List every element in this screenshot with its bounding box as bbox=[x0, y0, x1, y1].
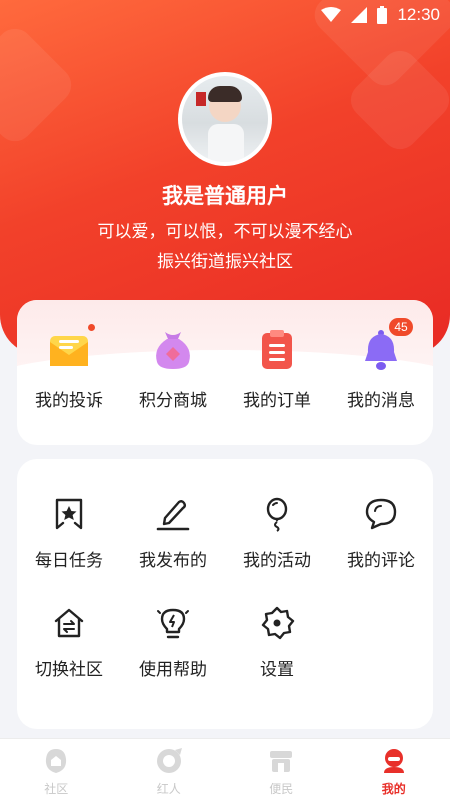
quick-item-label: 我的消息 bbox=[347, 391, 415, 411]
tab-me[interactable]: 我的 bbox=[338, 739, 450, 800]
tab-community[interactable]: 社区 bbox=[0, 739, 113, 800]
bottom-tab-bar: 社区 红人 便民 我的 bbox=[0, 738, 450, 800]
signal-icon bbox=[351, 7, 368, 23]
profile-icon bbox=[383, 749, 404, 773]
gear-icon bbox=[261, 606, 295, 640]
avatar-photo bbox=[182, 76, 268, 162]
menu-item-label: 使用帮助 bbox=[139, 660, 207, 680]
quick-item-label: 积分商城 bbox=[139, 391, 207, 411]
tab-influencers[interactable]: 红人 bbox=[113, 739, 226, 800]
comment-bubble-icon bbox=[365, 498, 397, 530]
menu-item-my-activities[interactable]: 我的活动 bbox=[225, 496, 329, 571]
menu-grid-card: 每日任务 我发布的 我的活动 我的评论 切换社区 使用帮助 设置 bbox=[17, 459, 433, 729]
menu-item-help[interactable]: 使用帮助 bbox=[121, 605, 225, 680]
menu-item-switch-community[interactable]: 切换社区 bbox=[17, 605, 121, 680]
shop-icon bbox=[270, 751, 293, 772]
balloon-icon bbox=[266, 497, 288, 532]
status-time: 12:30 bbox=[397, 5, 440, 24]
menu-item-my-posts[interactable]: 我发布的 bbox=[121, 496, 225, 571]
user-community: 振兴街道振兴社区 bbox=[157, 252, 293, 272]
avatar[interactable] bbox=[178, 72, 272, 166]
quick-item-orders[interactable]: 我的订单 bbox=[225, 328, 329, 411]
menu-item-label: 每日任务 bbox=[35, 551, 103, 571]
menu-item-my-comments[interactable]: 我的评论 bbox=[329, 496, 433, 571]
status-bar: 12:30 bbox=[0, 0, 450, 30]
menu-item-label: 我发布的 bbox=[139, 551, 207, 571]
menu-item-settings[interactable]: 设置 bbox=[225, 605, 329, 680]
quick-item-label: 我的订单 bbox=[243, 391, 311, 411]
points-bag-icon bbox=[156, 332, 190, 369]
tab-label: 社区 bbox=[44, 782, 69, 796]
edit-pen-icon bbox=[156, 500, 190, 531]
tab-services[interactable]: 便民 bbox=[225, 739, 338, 800]
quick-item-points-mall[interactable]: 积分商城 bbox=[121, 328, 225, 411]
quick-item-label: 我的投诉 bbox=[35, 391, 103, 411]
complaint-mail-icon bbox=[50, 336, 88, 366]
user-motto: 可以爱，可以恨，不可以漫不经心 bbox=[97, 222, 353, 242]
message-count-badge: 45 bbox=[389, 318, 413, 336]
menu-item-label: 切换社区 bbox=[35, 660, 103, 680]
tab-label: 便民 bbox=[269, 782, 294, 796]
quick-item-messages[interactable]: 45 我的消息 bbox=[329, 318, 433, 411]
star-bookmark-icon bbox=[55, 498, 83, 530]
unread-dot bbox=[88, 324, 95, 331]
order-clipboard-icon bbox=[262, 330, 292, 369]
battery-icon bbox=[377, 6, 388, 24]
tab-label: 我的 bbox=[381, 782, 406, 796]
star-person-icon bbox=[156, 748, 182, 773]
wifi-icon bbox=[321, 7, 342, 22]
quick-item-complaints[interactable]: 我的投诉 bbox=[17, 324, 121, 411]
menu-item-label: 我的活动 bbox=[243, 551, 311, 571]
quick-actions-card: 我的投诉 积分商城 我的订单 45 我的消息 bbox=[17, 300, 433, 445]
menu-item-label: 设置 bbox=[260, 660, 294, 680]
menu-item-daily-tasks[interactable]: 每日任务 bbox=[17, 496, 121, 571]
menu-item-label: 我的评论 bbox=[347, 551, 415, 571]
switch-home-icon bbox=[54, 608, 84, 638]
lightbulb-icon bbox=[157, 608, 189, 639]
user-name: 我是普通用户 bbox=[162, 184, 288, 208]
community-icon bbox=[46, 749, 67, 773]
tab-label: 红人 bbox=[156, 782, 181, 796]
